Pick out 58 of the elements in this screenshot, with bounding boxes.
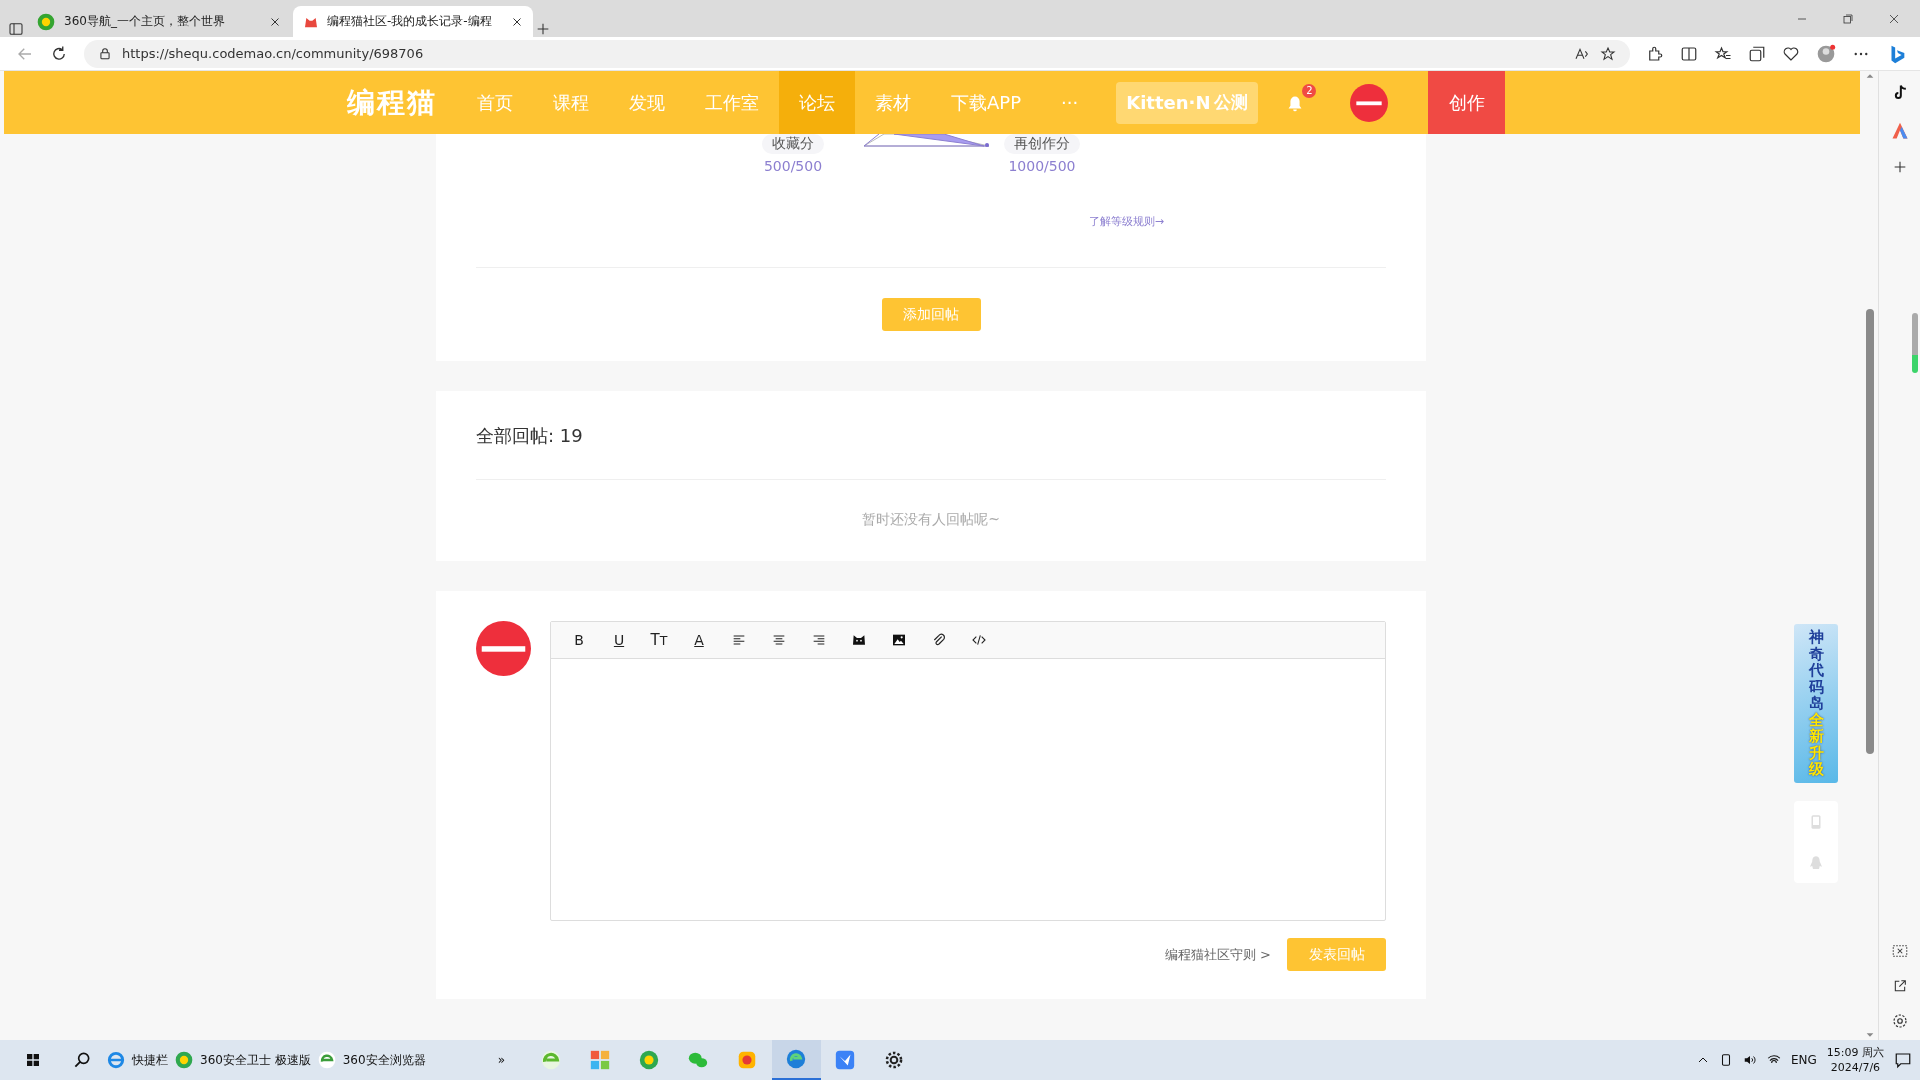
quick-launch-toolbar[interactable]: 快捷栏 <box>126 1051 174 1069</box>
close-icon[interactable] <box>511 15 523 28</box>
radar-score: 500/500 <box>763 158 823 174</box>
align-left-icon[interactable] <box>731 632 747 648</box>
color-tool[interactable]: A <box>683 626 715 654</box>
close-icon[interactable] <box>1888 12 1900 25</box>
image-icon[interactable] <box>891 632 907 648</box>
avatar-icon <box>476 621 531 676</box>
radar-score: 1000/500 <box>1008 158 1076 174</box>
radar-label: 收藏分 <box>762 134 824 154</box>
clock[interactable]: 15:09 周六 2024/7/6 <box>1826 1045 1884 1075</box>
empty-message: 暂时还没有人回帖呢~ <box>861 510 1001 529</box>
ad-banner[interactable]: 神奇代码岛 全新升级 <box>1794 624 1838 783</box>
align-center-icon[interactable] <box>771 632 787 648</box>
windows-icon <box>24 1052 41 1068</box>
replies-title: 全部回帖: 19 <box>476 424 584 448</box>
input-language[interactable]: ENG <box>1790 1053 1817 1067</box>
tiles-icon <box>589 1049 612 1071</box>
settings-icon[interactable] <box>1890 1012 1909 1030</box>
browser-icon <box>785 1048 808 1070</box>
screenshot-icon[interactable] <box>1890 942 1909 960</box>
bird-icon <box>834 1049 857 1071</box>
scrollbar-thumb[interactable] <box>1866 309 1874 754</box>
quick-launch-item[interactable]: 360安全卫士 极速版 <box>194 1051 317 1069</box>
browser-tab[interactable]: 编程猫社区-我的成长记录-编程 <box>293 6 533 37</box>
avatar-icon[interactable] <box>1350 83 1389 122</box>
notification-count: 2 <box>1302 83 1317 98</box>
volume-icon[interactable] <box>1742 1053 1757 1067</box>
code-icon[interactable] <box>971 632 987 648</box>
guidelines-link[interactable]: 编程猫社区守则 > <box>1164 945 1271 964</box>
tab-actions-icon[interactable] <box>8 21 24 37</box>
favorite-icon[interactable] <box>1600 45 1616 62</box>
browser-icon[interactable] <box>316 1050 337 1070</box>
collections-icon[interactable] <box>1748 44 1766 63</box>
triangle-a-icon[interactable] <box>1889 121 1910 141</box>
profile-icon[interactable] <box>1816 43 1836 64</box>
underline-tool[interactable]: U <box>603 626 635 654</box>
notifications-icon[interactable] <box>1894 1051 1912 1069</box>
heart-icon[interactable] <box>1782 44 1800 63</box>
new-tab-icon[interactable] <box>535 21 551 37</box>
split-screen-icon[interactable] <box>1680 44 1698 63</box>
browser-icon <box>540 1049 563 1071</box>
address-bar[interactable]: https://shequ.codemao.cn/community/698706 <box>84 39 1630 68</box>
radar-label: 再创作分 <box>1004 134 1080 154</box>
overflow-button[interactable]: » <box>491 1053 511 1067</box>
settings-icon <box>884 1050 905 1070</box>
bold-tool[interactable]: B <box>563 626 595 654</box>
browser-tab[interactable]: 360导航_一个主页，整个世界 <box>26 6 291 37</box>
restore-icon[interactable] <box>1842 12 1854 25</box>
reload-icon[interactable] <box>50 44 68 63</box>
lock-icon <box>98 46 112 61</box>
level-rules-link[interactable]: 了解等级规则→ <box>1088 214 1164 229</box>
extensions-icon[interactable] <box>1646 44 1664 63</box>
align-right-icon[interactable] <box>811 632 827 648</box>
create-button[interactable]: 创作 <box>1428 71 1506 134</box>
attachment-icon[interactable] <box>931 632 947 648</box>
close-icon[interactable] <box>269 15 281 28</box>
quick-launch-item[interactable]: 360安全浏览器 <box>336 1051 432 1069</box>
